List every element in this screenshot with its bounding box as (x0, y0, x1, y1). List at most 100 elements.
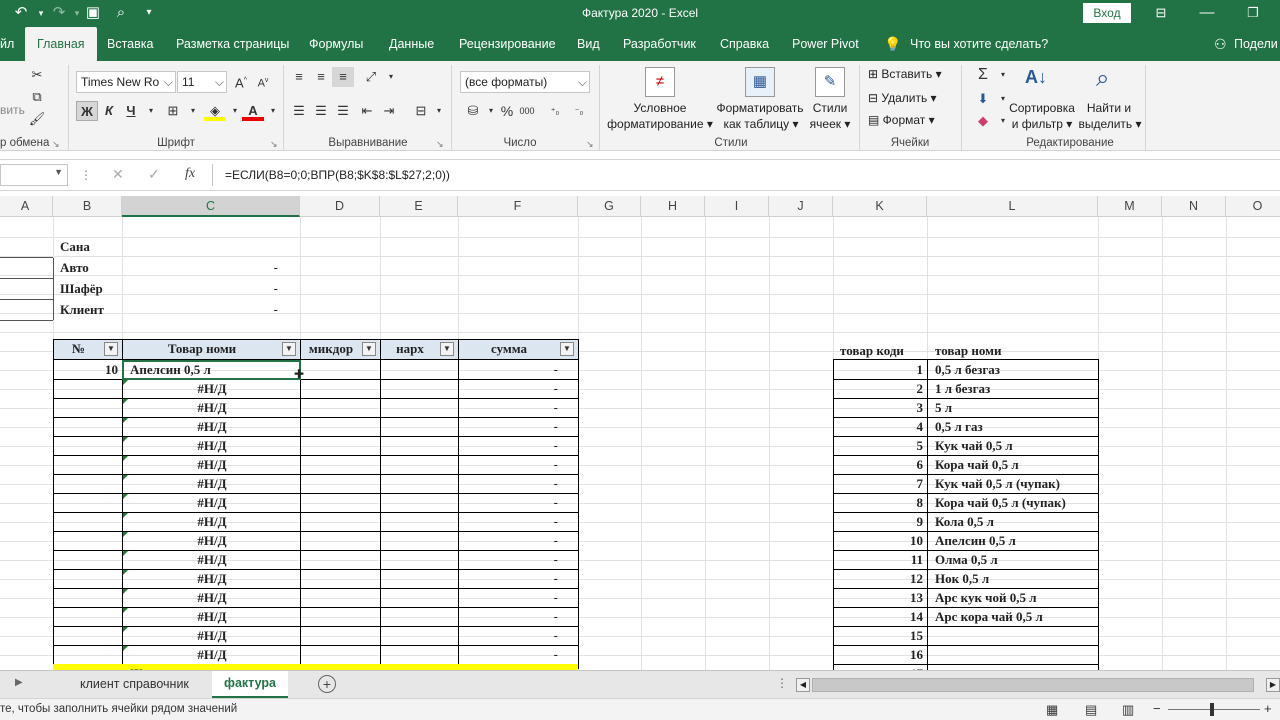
sort-filter-label-1[interactable]: Сортировка (1004, 101, 1080, 115)
decrease-font-icon[interactable]: Av (252, 71, 274, 91)
conditional-formatting-label-1[interactable]: Условное (610, 101, 710, 115)
column-header-o[interactable]: O (1226, 196, 1280, 217)
filter-dropdown-icon[interactable]: ▼ (282, 342, 296, 356)
insert-function-button[interactable]: fx (185, 166, 195, 182)
tab-insert[interactable]: Вставка (107, 27, 153, 61)
zoom-in-icon[interactable]: + (1264, 701, 1272, 716)
format-as-table-label-2[interactable]: как таблицу ▾ (716, 117, 806, 131)
borders-icon[interactable]: ⊞ (162, 101, 184, 121)
ribbon-display-options-icon[interactable]: ⊟ (1152, 4, 1170, 22)
tab-splitter-icon[interactable]: ⋮ (776, 676, 788, 690)
column-header-i[interactable]: I (705, 196, 769, 217)
column-header-m[interactable]: M (1098, 196, 1162, 217)
underline-button[interactable]: Ч (120, 101, 142, 121)
number-format-dropdown[interactable]: (все форматы) ⌵ (460, 71, 590, 93)
merge-dropdown-icon[interactable]: ▾ (428, 101, 450, 121)
align-right-icon[interactable]: ☰ (332, 101, 354, 121)
zoom-slider-thumb[interactable] (1210, 703, 1214, 716)
conditional-formatting-label-2[interactable]: форматирование ▾ (606, 117, 714, 131)
font-name-dropdown[interactable]: Times New Ro ⌵ (76, 71, 176, 93)
worksheet-grid[interactable]: ABCDEFGHIJKLMNO Сана Авто - Шафёр - Клиент - № ▼… (0, 196, 1280, 670)
filter-dropdown-icon[interactable]: ▼ (440, 342, 454, 356)
undo-dropdown-icon[interactable]: ▾ (32, 4, 50, 22)
tab-power-pivot[interactable]: Power Pivot (792, 27, 859, 61)
clipboard-launcher-icon[interactable]: ↘ (52, 139, 60, 150)
fill-icon[interactable]: ⬇ (972, 89, 994, 109)
column-header-b[interactable]: B (53, 196, 122, 217)
font-size-dropdown[interactable]: 11 ⌵ (177, 71, 227, 93)
cancel-icon[interactable]: ✕ (112, 166, 124, 183)
minimize-icon[interactable]: — (1198, 4, 1216, 22)
alignment-launcher-icon[interactable]: ↘ (436, 139, 444, 150)
enter-icon[interactable]: ✓ (148, 166, 160, 183)
sheet-tab-invoice[interactable]: фактура (212, 671, 288, 698)
sheet-tab-client-directory[interactable]: клиент справочник (68, 671, 201, 698)
share-button[interactable]: Подели (1234, 27, 1278, 61)
increase-font-icon[interactable]: A^ (230, 71, 252, 91)
orientation-icon[interactable]: ⤢ (360, 67, 382, 87)
format-painter-icon[interactable]: 🖌 (26, 109, 48, 129)
format-cells-button[interactable]: ▤ Формат ▾ (868, 113, 935, 127)
tab-home[interactable]: Главная (25, 27, 97, 61)
filter-dropdown-icon[interactable]: ▼ (362, 342, 376, 356)
tab-view[interactable]: Вид (577, 27, 600, 61)
page-layout-view-icon[interactable]: ▤ (1085, 702, 1097, 718)
filter-dropdown-icon[interactable]: ▼ (560, 342, 574, 356)
sort-filter-icon[interactable]: A↓ (1025, 67, 1047, 88)
orientation-dropdown-icon[interactable]: ▾ (380, 67, 402, 87)
align-bottom-icon[interactable]: ≡ (332, 67, 354, 87)
column-header-f[interactable]: F (458, 196, 578, 217)
camera-icon[interactable]: ▣ (84, 4, 102, 22)
autosum-dropdown-icon[interactable]: ▾ (992, 65, 1014, 85)
zoom-out-icon[interactable]: − (1153, 701, 1161, 716)
cell-styles-label-2[interactable]: ячеек ▾ (804, 117, 856, 131)
selected-cell[interactable] (122, 360, 301, 380)
customize-qat-icon[interactable]: ▾ (140, 4, 158, 22)
borders-dropdown-icon[interactable]: ▾ (182, 101, 204, 121)
clear-icon[interactable]: ◆ (972, 111, 994, 131)
copy-icon[interactable]: ⧉ (26, 87, 48, 107)
font-launcher-icon[interactable]: ↘ (270, 139, 278, 150)
column-header-k[interactable]: K (833, 196, 927, 217)
signin-button[interactable]: Вход (1083, 3, 1131, 23)
column-header-n[interactable]: N (1162, 196, 1226, 217)
increase-indent-icon[interactable]: ⇥ (378, 101, 400, 121)
column-header-l[interactable]: L (927, 196, 1098, 217)
insert-cells-button[interactable]: ⊞ Вставить ▾ (868, 67, 942, 81)
decrease-indent-icon[interactable]: ⇤ (356, 101, 378, 121)
column-header-j[interactable]: J (769, 196, 833, 217)
find-select-icon[interactable]: ⌕ (1096, 65, 1109, 93)
align-middle-icon[interactable]: ≡ (310, 67, 332, 87)
align-top-icon[interactable]: ≡ (288, 67, 310, 87)
page-break-view-icon[interactable]: ▥ (1122, 702, 1134, 718)
restore-icon[interactable]: ❐ (1244, 4, 1262, 22)
increase-decimal-icon[interactable]: ⁺₀ (544, 101, 566, 121)
percent-button[interactable]: % (496, 101, 518, 121)
redo-icon[interactable]: ↷ (50, 4, 68, 22)
sort-filter-label-2[interactable]: и фильтр ▾ (1004, 117, 1080, 131)
print-preview-icon[interactable]: ⌕ (112, 4, 130, 22)
paste-label[interactable]: вить (0, 103, 25, 117)
horizontal-scrollbar[interactable] (812, 678, 1254, 692)
column-header-h[interactable]: H (641, 196, 705, 217)
name-box[interactable]: ▼ (0, 164, 68, 186)
tab-review[interactable]: Рецензирование (459, 27, 556, 61)
column-header-g[interactable]: G (578, 196, 641, 217)
undo-icon[interactable]: ↶ (12, 4, 30, 22)
conditional-formatting-icon[interactable]: ≠ (645, 67, 675, 97)
cut-icon[interactable]: ✂ (26, 65, 48, 85)
align-left-icon[interactable]: ☰ (288, 101, 310, 121)
column-header-c[interactable]: C (122, 196, 300, 217)
scroll-left-icon[interactable]: ◀ (796, 678, 810, 692)
cell-styles-label-1[interactable]: Стили (808, 101, 852, 115)
tell-me-search[interactable]: Что вы хотите сделать? (910, 27, 1048, 61)
add-sheet-icon[interactable]: + (318, 675, 336, 693)
number-launcher-icon[interactable]: ↘ (586, 139, 594, 150)
italic-button[interactable]: К (98, 101, 120, 121)
normal-view-icon[interactable]: ▦ (1046, 702, 1058, 718)
column-header-a[interactable]: A (0, 196, 53, 217)
underline-dropdown-icon[interactable]: ▾ (140, 101, 162, 121)
decrease-decimal-icon[interactable]: ⁻₀ (568, 101, 590, 121)
autosum-icon[interactable]: Σ (972, 65, 994, 85)
format-as-table-icon[interactable]: ▦ (745, 67, 775, 97)
